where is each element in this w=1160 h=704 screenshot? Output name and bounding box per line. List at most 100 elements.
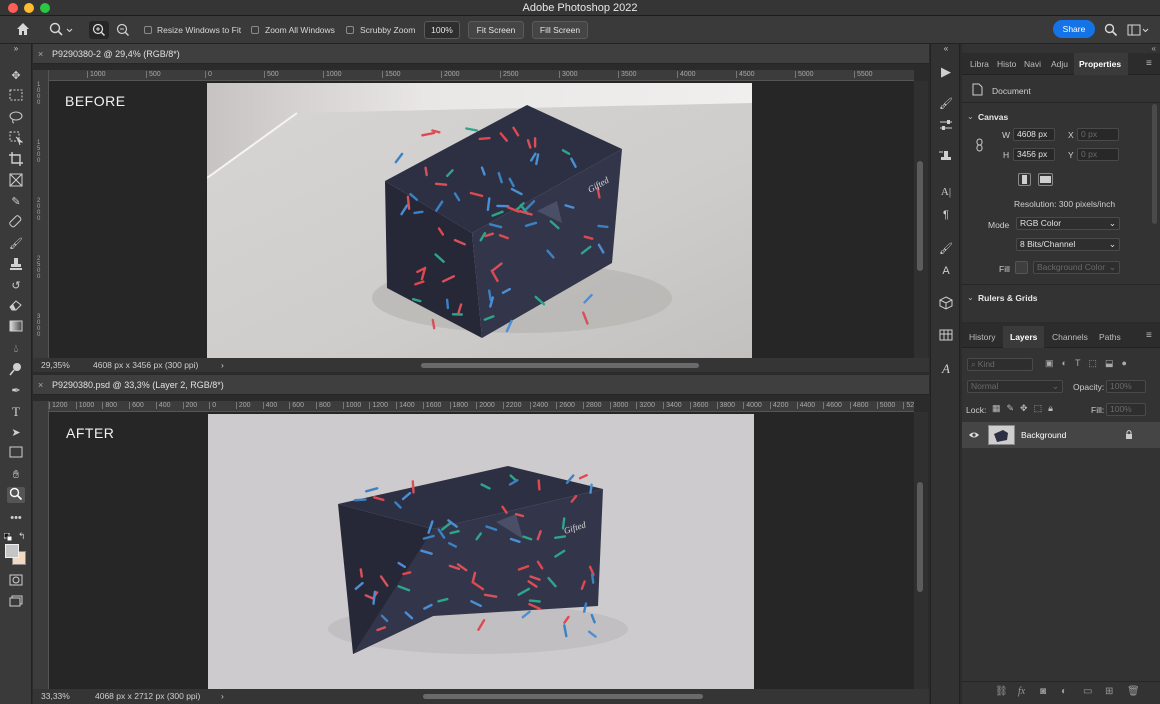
properties-scrollbar[interactable] — [1152, 104, 1157, 224]
zoom-level[interactable]: 33,33% — [41, 689, 70, 703]
link-layers-icon[interactable]: ⛓︎ — [995, 686, 1008, 697]
character-styles-icon[interactable]: A — [938, 263, 954, 279]
share-button[interactable]: Share — [1053, 20, 1095, 38]
tab-channels[interactable]: Channels — [1052, 332, 1088, 342]
eraser-tool-icon[interactable] — [7, 299, 25, 315]
3d-icon[interactable] — [938, 296, 954, 312]
quick-mask-icon[interactable] — [7, 574, 25, 590]
close-tab-icon[interactable]: × — [38, 375, 43, 395]
crop-tool-icon[interactable] — [7, 152, 25, 168]
blend-mode-dropdown[interactable]: Normal ⌄ — [967, 380, 1063, 393]
mode-dropdown[interactable]: RGB Color ⌄ — [1016, 217, 1120, 230]
layer-filter-icons[interactable]: ▣◐T⬚⬓● — [1045, 358, 1155, 370]
fill-color-swatch[interactable] — [1015, 261, 1028, 274]
type-styles-icon[interactable]: A — [938, 361, 954, 377]
clone-source-icon[interactable] — [938, 150, 954, 166]
panel-menu-icon[interactable]: ≡ — [1146, 330, 1152, 341]
vertical-ruler[interactable]: 1000 1500 2000 2500 3000 — [33, 70, 49, 358]
eye-visibility-icon[interactable] — [968, 430, 980, 440]
add-mask-icon[interactable]: ◙ — [1040, 686, 1046, 697]
lock-options-icons[interactable]: ▦✎✥⬚🔒︎ — [992, 403, 1072, 415]
tab-navigator[interactable]: Navi — [1024, 59, 1041, 69]
brush-settings-icon[interactable]: 🖌︎ — [938, 96, 954, 112]
fill-dropdown[interactable]: Background Color ⌄ — [1033, 261, 1120, 274]
fit-screen-button[interactable]: Fit Screen — [468, 21, 524, 39]
frame-tool-icon[interactable] — [7, 173, 25, 189]
dodge-tool-icon[interactable] — [7, 362, 25, 378]
status-arrow-icon[interactable]: › — [221, 689, 224, 703]
height-field[interactable]: 3456 px — [1013, 148, 1055, 161]
tab-properties[interactable]: Properties — [1079, 59, 1121, 69]
horizontal-scrollbar-after[interactable] — [423, 694, 703, 699]
resize-windows-checkbox[interactable] — [144, 26, 152, 34]
table-grid-icon[interactable] — [938, 329, 954, 345]
document-canvas-before[interactable]: BEFORE Gifted — [49, 81, 914, 358]
panel-menu-icon[interactable]: ≡ — [1146, 58, 1152, 69]
opacity-field[interactable]: 100% — [1106, 380, 1146, 393]
glyphs-icon[interactable]: 🖌︎ — [938, 241, 954, 257]
layer-row-background[interactable]: Background — [962, 422, 1160, 448]
marquee-tool-icon[interactable] — [7, 89, 25, 105]
move-tool-icon[interactable]: ✥ — [7, 68, 25, 84]
object-selection-tool-icon[interactable] — [7, 131, 25, 147]
rulers-grids-header[interactable]: Rulers & Grids — [978, 293, 1038, 303]
vertical-scrollbar-after[interactable] — [914, 412, 928, 689]
new-group-icon[interactable]: ▭ — [1083, 686, 1092, 697]
collapse-panels-icon[interactable]: « — [938, 44, 954, 54]
workspace-icon[interactable] — [1127, 23, 1149, 37]
canvas-section-header[interactable]: Canvas — [978, 112, 1008, 122]
healing-brush-tool-icon[interactable] — [7, 215, 25, 231]
document-tab-before[interactable]: × P9290380-2 @ 29,4% (RGB/8*) — [33, 44, 929, 64]
rectangle-tool-icon[interactable] — [7, 446, 25, 462]
tab-adjustments[interactable]: Adju — [1051, 59, 1068, 69]
fill-field[interactable]: 100% — [1106, 403, 1146, 416]
horizontal-ruler[interactable]: 1200 1000 800 600 400 200 0 200 400 600 800 1000 120… — [49, 401, 914, 412]
eyedropper-tool-icon[interactable]: ✎ — [7, 194, 25, 210]
tab-history[interactable]: Histo — [997, 59, 1016, 69]
swap-colors-icon[interactable]: ↰ — [18, 531, 27, 541]
width-field[interactable]: 4608 px — [1013, 128, 1055, 141]
zoom-tool-icon[interactable] — [7, 487, 25, 503]
pen-tool-icon[interactable]: ✒︎ — [7, 383, 25, 399]
document-canvas-after[interactable]: AFTER Gifted — [49, 412, 914, 689]
layer-filter-kind[interactable]: ⌕ Kind — [967, 358, 1033, 371]
actions-play-icon[interactable]: ▶ — [938, 64, 954, 80]
horizontal-ruler[interactable]: 1000 500 0 500 1000 1500 2000 2500 3000 3500 4000 4… — [49, 70, 914, 81]
home-icon[interactable] — [15, 21, 31, 37]
character-panel-icon[interactable]: A| — [938, 184, 954, 200]
screen-mode-icon[interactable] — [7, 595, 25, 611]
new-layer-icon[interactable]: ⊞ — [1105, 686, 1113, 697]
history-brush-tool-icon[interactable]: ↺ — [7, 278, 25, 294]
tab-history[interactable]: History — [969, 332, 995, 342]
path-selection-tool-icon[interactable]: ➤ — [7, 425, 25, 441]
zoom-tool-preset-icon[interactable] — [49, 22, 73, 38]
link-dimensions-icon[interactable] — [974, 138, 986, 152]
status-arrow-icon[interactable]: › — [221, 358, 224, 372]
horizontal-scrollbar-before[interactable] — [421, 363, 699, 368]
adjustment-layer-icon[interactable]: ◐ — [1061, 686, 1067, 697]
zoom-all-windows-checkbox[interactable] — [251, 26, 259, 34]
type-tool-icon[interactable]: T — [7, 404, 25, 420]
tab-paths[interactable]: Paths — [1099, 332, 1121, 342]
foreground-color-swatch[interactable] — [5, 544, 19, 558]
close-tab-icon[interactable]: × — [38, 44, 43, 64]
default-colors-icon[interactable] — [3, 532, 13, 542]
tab-layers[interactable]: Layers — [1010, 332, 1037, 342]
search-icon[interactable] — [1104, 23, 1118, 37]
clone-stamp-tool-icon[interactable] — [7, 257, 25, 273]
gradient-tool-icon[interactable] — [7, 320, 25, 336]
zoom-percentage-field[interactable]: 100% — [424, 21, 460, 39]
more-tools-icon[interactable]: ••• — [7, 510, 25, 526]
tab-libraries[interactable]: Libra — [970, 59, 989, 69]
zoom-level[interactable]: 29,35% — [41, 358, 70, 372]
x-field[interactable]: 0 px — [1077, 128, 1119, 141]
zoom-in-button[interactable] — [89, 21, 109, 39]
lasso-tool-icon[interactable] — [7, 110, 25, 126]
brush-tool-icon[interactable]: 🖌︎ — [7, 236, 25, 252]
zoom-out-button[interactable] — [113, 21, 133, 39]
portrait-orientation-icon[interactable] — [1018, 173, 1031, 186]
layer-style-icon[interactable]: fx — [1018, 686, 1025, 697]
hand-tool-icon[interactable]: ✋︎ — [7, 467, 25, 483]
chevron-down-icon[interactable]: ⌄ — [967, 293, 974, 302]
blur-tool-icon[interactable]: 💧︎ — [7, 341, 25, 357]
